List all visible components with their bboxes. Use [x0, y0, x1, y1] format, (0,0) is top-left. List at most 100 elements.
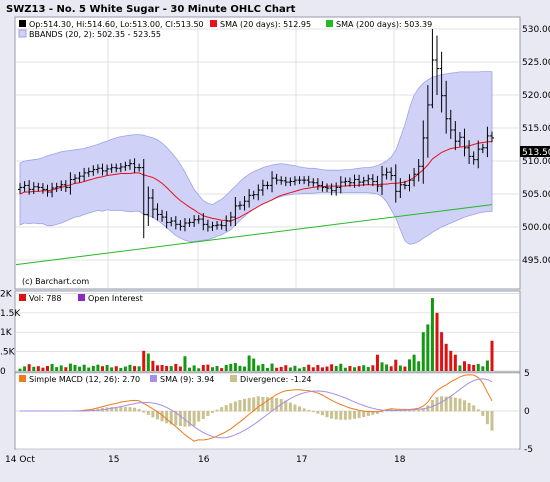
volume-bar [398, 365, 402, 371]
volume-bar [270, 363, 274, 371]
divergence-bar [288, 402, 292, 412]
volume-bar [458, 365, 462, 371]
volume-bar [394, 359, 398, 371]
divergence-bar [165, 411, 169, 424]
legend-sma20: SMA (20 days): 512.95 [220, 20, 311, 29]
macd-tick-label: 5 [524, 369, 530, 379]
divergence-bar [243, 398, 247, 412]
volume-bar [155, 365, 159, 371]
divergence-bar [210, 411, 214, 413]
volume-bar [137, 366, 141, 371]
divergence-bar [357, 411, 361, 419]
legend-macd-sma: SMA (9): 3.94 [160, 375, 214, 384]
volume-bar [238, 365, 242, 371]
bbands-swatch [18, 29, 27, 38]
divergence-bar [316, 411, 320, 414]
volume-bar [23, 366, 27, 371]
volume-bar [215, 366, 219, 371]
divergence-bar [472, 405, 476, 412]
volume-bar [357, 366, 361, 371]
divergence-bar [137, 408, 141, 412]
x-tick-label: 16 [198, 455, 210, 465]
legend-sma200: SMA (200 days): 503.39 [336, 20, 432, 29]
volume-bar [453, 354, 457, 371]
macd-sma-swatch [150, 375, 157, 382]
volume-bar [348, 366, 352, 371]
divergence-bar [449, 396, 453, 412]
volume-bar [224, 365, 228, 371]
volume-bar [320, 367, 324, 371]
volume-bar [252, 358, 256, 371]
volume-bar [220, 368, 224, 371]
volume-bar [435, 312, 439, 371]
macd-tick-label: 0 [524, 407, 530, 417]
volume-bar [197, 368, 201, 371]
volume-bar [36, 366, 40, 371]
divergence-bar [298, 406, 302, 412]
divergence-bar [220, 407, 224, 412]
divergence-bar [320, 411, 324, 416]
divergence-bar [151, 411, 155, 418]
volume-bar [284, 365, 288, 371]
divergence-bar [463, 400, 467, 412]
volume-bar [293, 365, 297, 371]
volume-bar [481, 366, 485, 371]
volume-tick-label: 0 [0, 367, 6, 377]
volume-bar [362, 365, 366, 371]
volume-bar [110, 367, 114, 371]
volume-bar [64, 367, 68, 371]
volume-bar [188, 367, 192, 371]
ohlc-swatch [19, 20, 26, 27]
volume-bar [123, 366, 127, 371]
divergence-bar [270, 397, 274, 412]
volume-bar [169, 366, 173, 371]
divergence-bar [123, 406, 127, 412]
volume-bar [476, 363, 480, 371]
volume-bar [330, 364, 334, 371]
volume-bar [375, 354, 379, 371]
macd-legend: Simple MACD (12, 26): 2.70 SMA (9): 3.94… [19, 375, 312, 384]
volume-tick-label: 1K [0, 328, 13, 338]
volume-bar [256, 365, 260, 371]
price-tick-label: 505.00 [522, 190, 550, 200]
divergence-swatch [230, 375, 237, 382]
divergence-bar [325, 411, 329, 418]
volume-bar [128, 364, 132, 371]
divergence-bar [440, 396, 444, 412]
divergence-bar [490, 411, 494, 431]
price-tick-label: 495.00 [522, 256, 550, 266]
volume-bar [380, 362, 384, 371]
volume-bar [100, 366, 104, 371]
divergence-bar [334, 411, 338, 420]
volume-bar [50, 363, 54, 371]
divergence-bar [353, 411, 357, 419]
divergence-bar [201, 411, 205, 419]
volume-bar [151, 360, 155, 371]
volume-bar [32, 366, 36, 371]
price-tick-label: 515.00 [522, 124, 550, 134]
x-tick-label: 18 [394, 455, 406, 465]
divergence-bar [206, 411, 210, 416]
divergence-bar [476, 409, 480, 412]
volume-bar [146, 353, 150, 371]
volume-bar [142, 350, 146, 371]
volume-bar [302, 366, 306, 371]
legend-ohlc: Op:514.30, Hi:514.60, Lo:513.00, Cl:513.… [29, 20, 204, 29]
volume-bar [426, 324, 430, 371]
x-tick-label: 15 [108, 455, 119, 465]
volume-tick-label: .5K [0, 348, 16, 358]
divergence-bar [178, 411, 182, 427]
divergence-bar [311, 411, 315, 413]
divergence-bar [485, 411, 489, 425]
divergence-bar [408, 410, 412, 412]
volume-bar [105, 365, 109, 371]
volume-bar [311, 367, 315, 371]
volume-tick-label: 1.5K [0, 309, 21, 319]
volume-bar [229, 363, 233, 371]
divergence-bar [412, 410, 416, 412]
volume-bar [417, 361, 421, 371]
volume-bar [27, 364, 31, 371]
volume-bar [444, 343, 448, 371]
divergence-bar [215, 409, 219, 412]
volume-bar [160, 364, 164, 371]
